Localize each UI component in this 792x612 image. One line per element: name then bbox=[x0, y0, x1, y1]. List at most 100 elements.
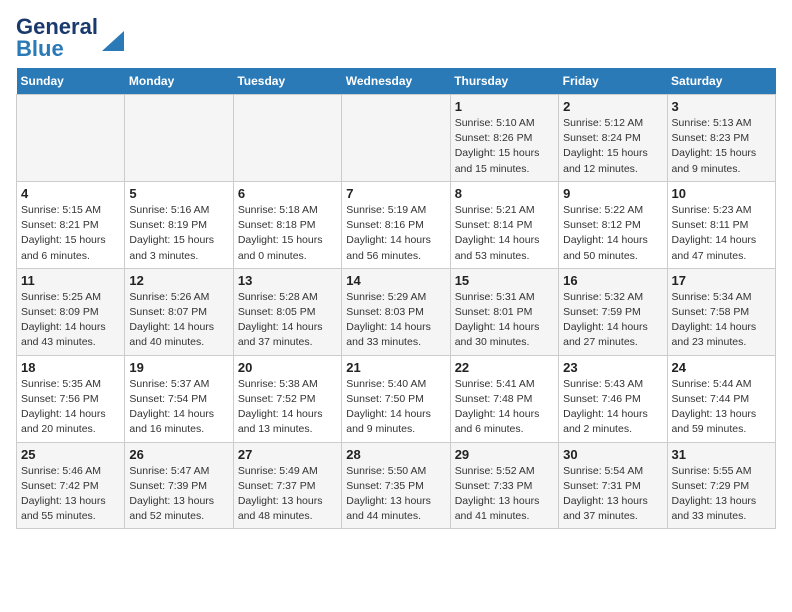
cell-day-number: 29 bbox=[455, 447, 554, 462]
weekday-header-saturday: Saturday bbox=[667, 68, 775, 95]
cell-day-number: 27 bbox=[238, 447, 337, 462]
calendar-cell: 23Sunrise: 5:43 AMSunset: 7:46 PMDayligh… bbox=[559, 355, 667, 442]
calendar-cell bbox=[125, 95, 233, 182]
logo-arrow-icon bbox=[102, 31, 124, 51]
weekday-header-sunday: Sunday bbox=[17, 68, 125, 95]
calendar-table: SundayMondayTuesdayWednesdayThursdayFrid… bbox=[16, 68, 776, 529]
calendar-cell: 21 Sunrise: 5:40 AMSunset: 7:50 PMDayligh… bbox=[342, 355, 450, 442]
week-row-3: 11 Sunrise: 5:25 AMSunset: 8:09 PMDayligh… bbox=[17, 268, 776, 355]
cell-day-number: 16 bbox=[563, 273, 662, 288]
cell-day-number: 13 bbox=[238, 273, 337, 288]
logo: GeneralBlue bbox=[16, 16, 124, 60]
cell-info-text: Sunrise: 5:23 AMSunset: 8:11 PMDaylight:… bbox=[672, 203, 771, 264]
calendar-cell: 14Sunrise: 5:29 AMSunset: 8:03 PMDayligh… bbox=[342, 268, 450, 355]
calendar-cell: 25 Sunrise: 5:46 AMSunset: 7:42 PMDayligh… bbox=[17, 442, 125, 529]
calendar-cell: 22 Sunrise: 5:41 AMSunset: 7:48 PMDayligh… bbox=[450, 355, 558, 442]
cell-day-number: 26 bbox=[129, 447, 228, 462]
calendar-cell: 5 Sunrise: 5:16 AMSunset: 8:19 PMDaylight… bbox=[125, 181, 233, 268]
calendar-cell: 12 Sunrise: 5:26 AMSunset: 8:07 PMDayligh… bbox=[125, 268, 233, 355]
calendar-cell: 24 Sunrise: 5:44 AMSunset: 7:44 PMDayligh… bbox=[667, 355, 775, 442]
weekday-header-thursday: Thursday bbox=[450, 68, 558, 95]
cell-info-text: Sunrise: 5:40 AMSunset: 7:50 PMDaylight:… bbox=[346, 377, 445, 438]
cell-day-number: 25 bbox=[21, 447, 120, 462]
cell-day-number: 31 bbox=[672, 447, 771, 462]
cell-day-number: 21 bbox=[346, 360, 445, 375]
calendar-cell: 7Sunrise: 5:19 AMSunset: 8:16 PMDaylight… bbox=[342, 181, 450, 268]
cell-day-number: 15 bbox=[455, 273, 554, 288]
cell-info-text: Sunrise: 5:44 AMSunset: 7:44 PMDaylight:… bbox=[672, 377, 771, 438]
calendar-cell: 28 Sunrise: 5:50 AMSunset: 7:35 PMDayligh… bbox=[342, 442, 450, 529]
calendar-cell: 8 Sunrise: 5:21 AMSunset: 8:14 PMDaylight… bbox=[450, 181, 558, 268]
cell-info-text: Sunrise: 5:15 AMSunset: 8:21 PMDaylight:… bbox=[21, 203, 120, 264]
calendar-cell: 19 Sunrise: 5:37 AMSunset: 7:54 PMDayligh… bbox=[125, 355, 233, 442]
cell-day-number: 3 bbox=[672, 99, 771, 114]
calendar-cell: 29 Sunrise: 5:52 AMSunset: 7:33 PMDayligh… bbox=[450, 442, 558, 529]
cell-day-number: 9 bbox=[563, 186, 662, 201]
cell-day-number: 30 bbox=[563, 447, 662, 462]
cell-day-number: 28 bbox=[346, 447, 445, 462]
calendar-cell: 4 Sunrise: 5:15 AMSunset: 8:21 PMDaylight… bbox=[17, 181, 125, 268]
calendar-cell: 18 Sunrise: 5:35 AMSunset: 7:56 PMDayligh… bbox=[17, 355, 125, 442]
cell-info-text: Sunrise: 5:46 AMSunset: 7:42 PMDaylight:… bbox=[21, 464, 120, 525]
cell-day-number: 5 bbox=[129, 186, 228, 201]
cell-info-text: Sunrise: 5:34 AMSunset: 7:58 PMDaylight:… bbox=[672, 290, 771, 351]
cell-info-text: Sunrise: 5:35 AMSunset: 7:56 PMDaylight:… bbox=[21, 377, 120, 438]
cell-info-text: Sunrise: 5:18 AMSunset: 8:18 PMDaylight:… bbox=[238, 203, 337, 264]
calendar-cell: 1 Sunrise: 5:10 AMSunset: 8:26 PMDaylight… bbox=[450, 95, 558, 182]
weekday-header-wednesday: Wednesday bbox=[342, 68, 450, 95]
cell-info-text: Sunrise: 5:19 AMSunset: 8:16 PMDaylight:… bbox=[346, 203, 445, 264]
cell-info-text: Sunrise: 5:25 AMSunset: 8:09 PMDaylight:… bbox=[21, 290, 120, 351]
cell-info-text: Sunrise: 5:29 AMSunset: 8:03 PMDaylight:… bbox=[346, 290, 445, 351]
calendar-cell bbox=[342, 95, 450, 182]
cell-info-text: Sunrise: 5:21 AMSunset: 8:14 PMDaylight:… bbox=[455, 203, 554, 264]
cell-info-text: Sunrise: 5:12 AMSunset: 8:24 PMDaylight:… bbox=[563, 116, 662, 177]
cell-day-number: 12 bbox=[129, 273, 228, 288]
calendar-cell: 17 Sunrise: 5:34 AMSunset: 7:58 PMDayligh… bbox=[667, 268, 775, 355]
calendar-cell: 15 Sunrise: 5:31 AMSunset: 8:01 PMDayligh… bbox=[450, 268, 558, 355]
cell-day-number: 8 bbox=[455, 186, 554, 201]
calendar-cell bbox=[17, 95, 125, 182]
cell-day-number: 4 bbox=[21, 186, 120, 201]
calendar-cell: 2Sunrise: 5:12 AMSunset: 8:24 PMDaylight… bbox=[559, 95, 667, 182]
cell-day-number: 24 bbox=[672, 360, 771, 375]
cell-info-text: Sunrise: 5:10 AMSunset: 8:26 PMDaylight:… bbox=[455, 116, 554, 177]
week-row-4: 18 Sunrise: 5:35 AMSunset: 7:56 PMDayligh… bbox=[17, 355, 776, 442]
cell-info-text: Sunrise: 5:41 AMSunset: 7:48 PMDaylight:… bbox=[455, 377, 554, 438]
cell-info-text: Sunrise: 5:50 AMSunset: 7:35 PMDaylight:… bbox=[346, 464, 445, 525]
page-header: GeneralBlue bbox=[16, 16, 776, 60]
calendar-cell: 3Sunrise: 5:13 AMSunset: 8:23 PMDaylight… bbox=[667, 95, 775, 182]
calendar-cell: 9 Sunrise: 5:22 AMSunset: 8:12 PMDaylight… bbox=[559, 181, 667, 268]
cell-info-text: Sunrise: 5:16 AMSunset: 8:19 PMDaylight:… bbox=[129, 203, 228, 264]
cell-info-text: Sunrise: 5:43 AMSunset: 7:46 PMDaylight:… bbox=[563, 377, 662, 438]
weekday-header-tuesday: Tuesday bbox=[233, 68, 341, 95]
cell-info-text: Sunrise: 5:31 AMSunset: 8:01 PMDaylight:… bbox=[455, 290, 554, 351]
cell-info-text: Sunrise: 5:26 AMSunset: 8:07 PMDaylight:… bbox=[129, 290, 228, 351]
cell-day-number: 22 bbox=[455, 360, 554, 375]
calendar-cell: 30 Sunrise: 5:54 AMSunset: 7:31 PMDayligh… bbox=[559, 442, 667, 529]
cell-info-text: Sunrise: 5:54 AMSunset: 7:31 PMDaylight:… bbox=[563, 464, 662, 525]
logo-text: GeneralBlue bbox=[16, 16, 98, 60]
cell-info-text: Sunrise: 5:49 AMSunset: 7:37 PMDaylight:… bbox=[238, 464, 337, 525]
calendar-cell: 31 Sunrise: 5:55 AMSunset: 7:29 PMDayligh… bbox=[667, 442, 775, 529]
cell-day-number: 17 bbox=[672, 273, 771, 288]
cell-day-number: 20 bbox=[238, 360, 337, 375]
cell-info-text: Sunrise: 5:47 AMSunset: 7:39 PMDaylight:… bbox=[129, 464, 228, 525]
cell-info-text: Sunrise: 5:55 AMSunset: 7:29 PMDaylight:… bbox=[672, 464, 771, 525]
calendar-cell: 6Sunrise: 5:18 AMSunset: 8:18 PMDaylight… bbox=[233, 181, 341, 268]
cell-info-text: Sunrise: 5:52 AMSunset: 7:33 PMDaylight:… bbox=[455, 464, 554, 525]
cell-info-text: Sunrise: 5:22 AMSunset: 8:12 PMDaylight:… bbox=[563, 203, 662, 264]
cell-day-number: 11 bbox=[21, 273, 120, 288]
cell-info-text: Sunrise: 5:32 AMSunset: 7:59 PMDaylight:… bbox=[563, 290, 662, 351]
calendar-cell: 20 Sunrise: 5:38 AMSunset: 7:52 PMDayligh… bbox=[233, 355, 341, 442]
cell-day-number: 1 bbox=[455, 99, 554, 114]
week-row-2: 4 Sunrise: 5:15 AMSunset: 8:21 PMDaylight… bbox=[17, 181, 776, 268]
cell-day-number: 19 bbox=[129, 360, 228, 375]
cell-day-number: 10 bbox=[672, 186, 771, 201]
cell-day-number: 18 bbox=[21, 360, 120, 375]
cell-info-text: Sunrise: 5:37 AMSunset: 7:54 PMDaylight:… bbox=[129, 377, 228, 438]
cell-info-text: Sunrise: 5:38 AMSunset: 7:52 PMDaylight:… bbox=[238, 377, 337, 438]
calendar-cell bbox=[233, 95, 341, 182]
calendar-cell: 16 Sunrise: 5:32 AMSunset: 7:59 PMDayligh… bbox=[559, 268, 667, 355]
calendar-cell: 10 Sunrise: 5:23 AMSunset: 8:11 PMDayligh… bbox=[667, 181, 775, 268]
cell-info-text: Sunrise: 5:28 AMSunset: 8:05 PMDaylight:… bbox=[238, 290, 337, 351]
